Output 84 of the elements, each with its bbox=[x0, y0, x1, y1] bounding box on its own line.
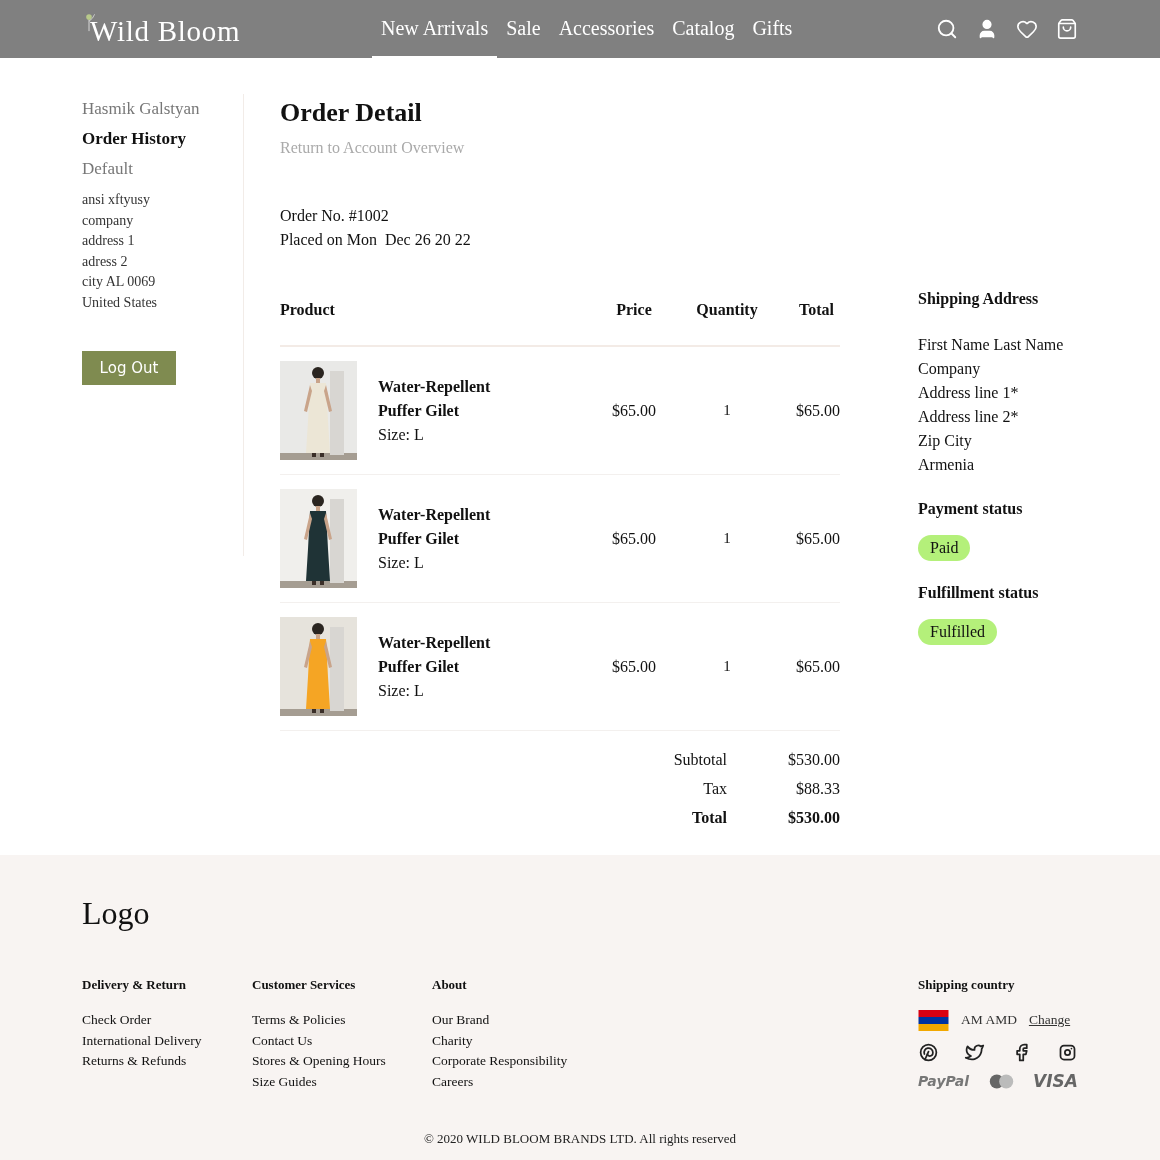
card-circles-icon bbox=[988, 1074, 1014, 1090]
summary-label: Total bbox=[691, 807, 727, 828]
product-quantity: 1 bbox=[722, 529, 732, 549]
instagram-icon[interactable] bbox=[1057, 1042, 1078, 1063]
shipping-line: Address line 2* bbox=[918, 407, 1020, 427]
footer-heading: Customer Services bbox=[252, 976, 357, 994]
twitter-icon[interactable] bbox=[964, 1042, 986, 1063]
payment-status-title: Payment status bbox=[918, 499, 1024, 520]
address-line: company bbox=[82, 211, 135, 230]
address-line: ansi xftyusy bbox=[82, 191, 152, 209]
footer-link[interactable]: Terms & Policies bbox=[252, 1010, 432, 1031]
fulfillment-status-badge: Fulfilled bbox=[918, 619, 998, 645]
visa-logo: VISA bbox=[1033, 1070, 1078, 1093]
shipping-line: Armenia bbox=[918, 455, 975, 475]
change-link[interactable]: Change bbox=[1028, 1009, 1071, 1031]
logout-button[interactable]: Log Out bbox=[82, 351, 176, 385]
product-size: Size: L bbox=[378, 680, 425, 701]
product-name: Water-Repellent Puffer Gilet bbox=[378, 632, 492, 677]
address-line: city AL 0069 bbox=[82, 273, 157, 291]
summary-label: Tax bbox=[702, 778, 727, 799]
product-price: $65.00 bbox=[611, 400, 657, 421]
column-header: Product bbox=[280, 300, 336, 320]
product-size: Size: L bbox=[378, 552, 425, 573]
logo[interactable]: Wild Bloom bbox=[90, 17, 241, 46]
shopping-bag-icon[interactable] bbox=[1056, 18, 1078, 40]
footer-heading: Delivery & Return bbox=[82, 976, 187, 994]
footer-link[interactable]: Careers bbox=[432, 1071, 612, 1092]
footer-link[interactable]: Stores & Opening Hours bbox=[252, 1051, 432, 1072]
footer-link[interactable]: Returns & Refunds bbox=[82, 1051, 252, 1072]
summary-value: $530.00 bbox=[787, 807, 840, 828]
product-quantity: 1 bbox=[722, 657, 732, 677]
search-icon[interactable] bbox=[936, 18, 958, 40]
product-price: $65.00 bbox=[611, 656, 657, 677]
product-total: $65.00 bbox=[795, 528, 840, 549]
flag-icon bbox=[918, 1009, 949, 1031]
nav-link[interactable]: Gifts bbox=[743, 0, 802, 58]
shipping-line: Address line 1* bbox=[918, 383, 1020, 403]
sidebar-item[interactable]: Default bbox=[82, 154, 243, 184]
product-price: $65.00 bbox=[611, 528, 657, 549]
payment-status-badge: Paid bbox=[918, 535, 971, 561]
pinterest-icon[interactable] bbox=[918, 1042, 939, 1063]
nav-link[interactable]: Catalog bbox=[663, 0, 744, 58]
summary-value: $530.00 bbox=[787, 749, 840, 770]
footer-heading: About bbox=[432, 976, 468, 994]
column-header: Price bbox=[615, 300, 653, 320]
sidebar-item[interactable]: Hasmik Galstyan bbox=[82, 94, 243, 124]
shipping-line: Zip City bbox=[918, 431, 973, 452]
currency-label: AM AMD bbox=[961, 1010, 1017, 1029]
copyright: © 2020 WILD BLOOM BRANDS LTD. All rights reserved bbox=[423, 1129, 737, 1148]
sidebar-item[interactable]: Order History bbox=[82, 124, 243, 154]
nav-link[interactable]: Sale bbox=[497, 0, 550, 58]
product-size: Size: L bbox=[378, 424, 425, 445]
product-name: Water-Repellent Puffer Gilet bbox=[378, 504, 492, 549]
order-date: Placed on Mon Dec 26 20 22 bbox=[280, 230, 471, 250]
summary-label: Subtotal bbox=[672, 749, 727, 770]
footer-link[interactable]: Check Order bbox=[82, 1010, 252, 1031]
footer-heading: Shipping country bbox=[918, 976, 1016, 994]
page-title: Order Detail bbox=[280, 97, 423, 129]
column-header: Quantity bbox=[695, 300, 759, 321]
footer-logo: Logo bbox=[82, 894, 150, 933]
order-number: Order No. #1002 bbox=[280, 206, 389, 226]
footer-link[interactable]: Contact Us bbox=[252, 1030, 432, 1051]
paypal-logo: PayPal bbox=[918, 1072, 970, 1092]
column-header: Total bbox=[798, 300, 835, 320]
heart-icon[interactable] bbox=[1016, 18, 1038, 40]
shipping-line: First Name Last Name bbox=[918, 335, 1064, 355]
product-name: Water-Repellent Puffer Gilet bbox=[378, 376, 492, 421]
shipping-line: Company bbox=[918, 359, 982, 380]
summary-value: $88.33 bbox=[795, 778, 840, 799]
footer-link[interactable]: Charity bbox=[432, 1030, 612, 1051]
footer-link[interactable]: Size Guides bbox=[252, 1071, 432, 1092]
address-line: United States bbox=[82, 293, 159, 312]
footer-link[interactable]: Corporate Responsibility bbox=[432, 1051, 612, 1072]
footer-link[interactable]: International Delivery bbox=[82, 1030, 252, 1051]
product-total: $65.00 bbox=[795, 656, 840, 677]
product-quantity: 1 bbox=[722, 401, 732, 421]
fulfillment-status-title: Fulfillment status bbox=[918, 583, 1040, 603]
shipping-title: Shipping Address bbox=[918, 289, 1040, 310]
product-total: $65.00 bbox=[795, 400, 840, 421]
footer-link[interactable]: Our Brand bbox=[432, 1010, 612, 1031]
address-line: adress 2 bbox=[82, 252, 129, 271]
nav-link[interactable]: New Arrivals bbox=[372, 0, 498, 58]
nav-link[interactable]: Accessories bbox=[549, 0, 664, 58]
address-line: address 1 bbox=[82, 232, 136, 250]
